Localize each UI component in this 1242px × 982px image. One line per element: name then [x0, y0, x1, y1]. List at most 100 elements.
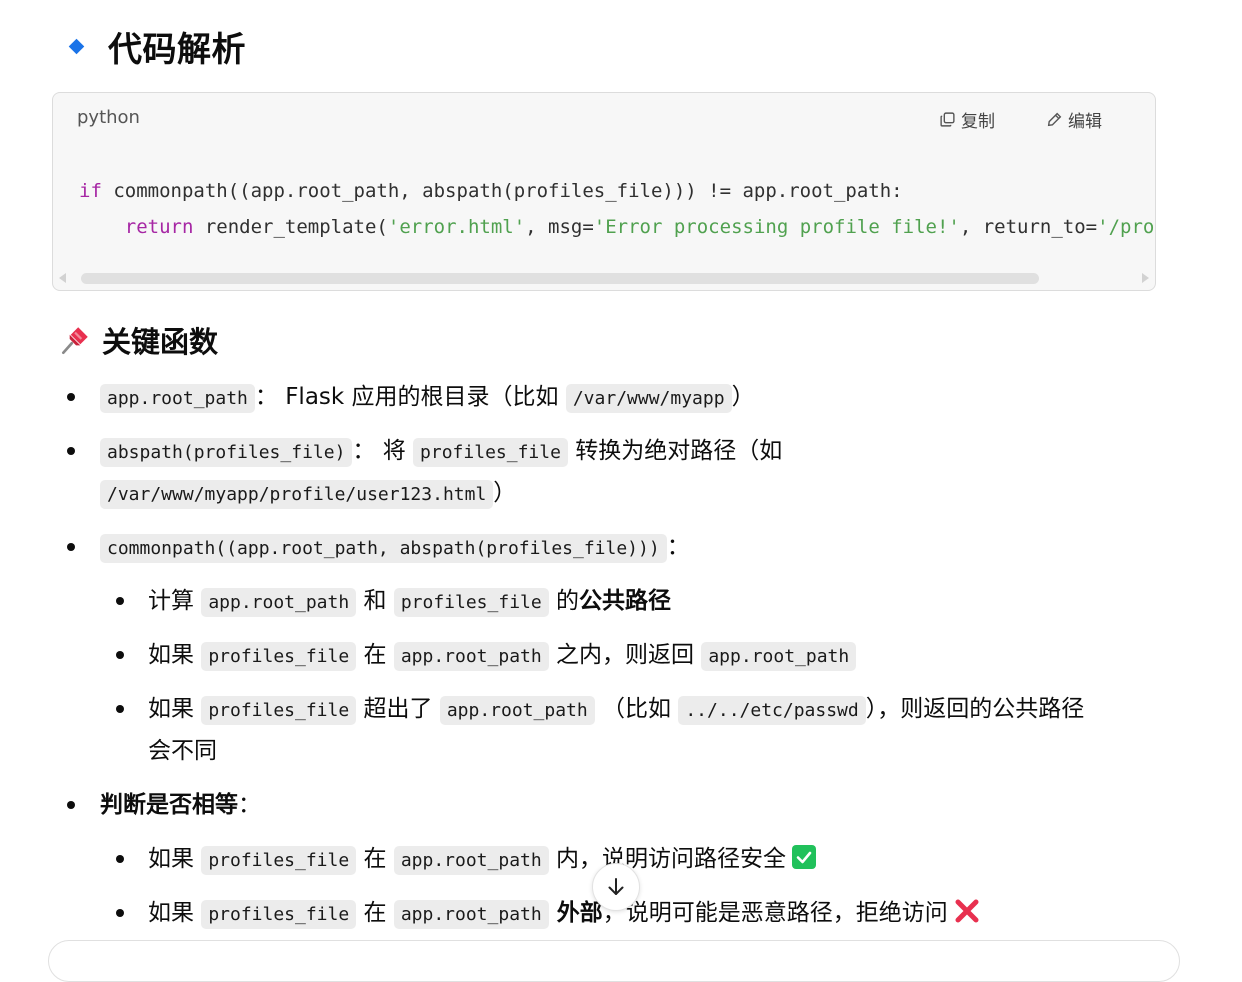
list-item-continuation: /var/www/myapp/profile/user123.html） — [100, 472, 516, 516]
list-text: 如果 — [148, 900, 202, 926]
list-text: 如果 — [148, 846, 202, 872]
list-item: 判断是否相等： — [100, 784, 261, 826]
inline-code: app.root_path — [393, 642, 549, 671]
code-text: commonpath((app.root_path, abspath(profi… — [101, 180, 903, 202]
list-text: 会不同 — [148, 738, 217, 764]
inline-code: /var/www/myapp/profile/user123.html — [100, 480, 494, 509]
pushpin-icon — [61, 327, 88, 355]
list-text: 如果 — [148, 696, 202, 722]
cross-mark-icon — [955, 899, 979, 923]
section-title: 代码解析 — [108, 29, 246, 70]
check-mark-icon — [792, 845, 817, 869]
list-bullet — [116, 909, 124, 917]
inline-code: app.root_path — [393, 846, 549, 875]
list-text: 在 — [356, 846, 394, 872]
section-heading: 代码解析 — [66, 24, 246, 70]
message-input-panel[interactable] — [48, 940, 1180, 982]
inline-code: abspath(profiles_file) — [100, 438, 353, 467]
code-string: '/pro — [1097, 216, 1155, 238]
inline-code: profiles_file — [201, 846, 357, 875]
list-text: 如果 — [148, 642, 202, 668]
scrollbar-thumb[interactable] — [81, 273, 1039, 284]
code-text: , return_to= — [959, 216, 1098, 238]
code-text: render_template( — [193, 216, 388, 238]
list-item: abspath(profiles_file)： 将 profiles_file … — [100, 430, 782, 474]
code-block-header: python 复制 编辑 — [53, 93, 1155, 145]
code-keyword: if — [79, 180, 102, 202]
code-line-2: return render_template('error.html', msg… — [79, 209, 1155, 245]
list-item: 如果 profiles_file 在 app.root_path 内，说明访问路… — [148, 838, 817, 882]
list-text: 超出了 — [356, 696, 440, 722]
list-item: commonpath((app.root_path, abspath(profi… — [100, 526, 690, 570]
list-bullet — [67, 801, 75, 809]
inline-code: /var/www/myapp — [565, 384, 732, 413]
list-bullet — [67, 447, 75, 455]
copy-button[interactable]: 复制 — [939, 107, 995, 132]
list-text: 在 — [356, 642, 394, 668]
subsection-heading: 关键函数 — [58, 320, 218, 360]
list-text: （比如 — [594, 696, 679, 722]
copy-label: 复制 — [961, 112, 995, 132]
inline-code: commonpath((app.root_path, abspath(profi… — [100, 534, 667, 563]
list-bullet — [116, 855, 124, 863]
code-language-label: python — [77, 107, 140, 128]
list-bullet — [116, 651, 124, 659]
list-text: ） — [493, 480, 517, 506]
list-text: 的 — [548, 588, 580, 614]
horizontal-scrollbar[interactable] — [59, 271, 1149, 285]
list-bullet — [67, 393, 75, 401]
code-keyword: return — [124, 216, 194, 238]
scroll-right-arrow-icon[interactable] — [1142, 273, 1149, 283]
inline-code: profiles_file — [393, 588, 549, 617]
diamond-icon — [68, 38, 85, 54]
list-text: ） — [731, 384, 755, 410]
list-item: 如果 profiles_file 在 app.root_path 之内，则返回 … — [148, 634, 857, 678]
list-text: ： — [238, 792, 261, 818]
inline-code: ../../etc/passwd — [678, 696, 866, 725]
list-text: ，说明可能是恶意路径，拒绝访问 — [602, 900, 948, 926]
inline-code: profiles_file — [201, 900, 357, 929]
inline-code: app.root_path — [439, 696, 595, 725]
list-text: 内，说明访问路径安全 — [548, 846, 787, 872]
bold-text: 公共路径 — [579, 588, 672, 614]
list-text: ： Flask 应用的根目录（比如 — [254, 384, 566, 410]
copy-icon — [940, 112, 955, 127]
inline-code: app.root_path — [100, 384, 255, 413]
bold-text: 外部 — [548, 900, 603, 926]
list-bullet — [67, 543, 75, 551]
list-item-continuation: 会不同 — [148, 730, 217, 772]
list-text: 转换为绝对路径（如 — [567, 438, 783, 464]
list-item: 如果 profiles_file 在 app.root_path 外部，说明可能… — [148, 892, 980, 936]
bold-text: 判断是否相等 — [100, 792, 238, 818]
list-text: ： 将 — [352, 438, 414, 464]
inline-code: profiles_file — [201, 642, 357, 671]
list-text: 在 — [356, 900, 394, 926]
edit-label: 编辑 — [1068, 112, 1102, 132]
list-item: 计算 app.root_path 和 profiles_file 的公共路径 — [148, 580, 671, 624]
inline-code: app.root_path — [201, 588, 357, 617]
inline-code: profiles_file — [413, 438, 568, 467]
arrow-down-icon — [608, 878, 624, 895]
list-text: 之内，则返回 — [548, 642, 702, 668]
list-text: ），则返回的公共路径 — [865, 696, 1085, 722]
list-text: 计算 — [148, 588, 202, 614]
edit-icon — [1047, 112, 1062, 127]
code-content: if commonpath((app.root_path, abspath(pr… — [79, 173, 1155, 245]
code-block: python 复制 编辑 if commonpath((app.root_pat… — [52, 92, 1156, 291]
scroll-to-bottom-button[interactable] — [592, 863, 640, 911]
subsection-title: 关键函数 — [102, 325, 219, 359]
list-item: app.root_path： Flask 应用的根目录（比如 /var/www/… — [100, 376, 755, 420]
list-bullet — [116, 705, 124, 713]
inline-code: profiles_file — [201, 696, 357, 725]
scroll-left-arrow-icon[interactable] — [59, 273, 66, 283]
code-string: 'error.html' — [387, 216, 526, 238]
inline-code: app.root_path — [393, 900, 549, 929]
list-bullet — [116, 597, 124, 605]
inline-code: app.root_path — [701, 642, 857, 671]
code-string: 'Error processing profile file!' — [593, 216, 960, 238]
list-text: ： — [666, 534, 690, 560]
edit-button[interactable]: 编辑 — [1046, 107, 1102, 132]
code-line-1: if commonpath((app.root_path, abspath(pr… — [79, 173, 1155, 209]
list-item: 如果 profiles_file 超出了 app.root_path （比如 .… — [148, 688, 1084, 732]
